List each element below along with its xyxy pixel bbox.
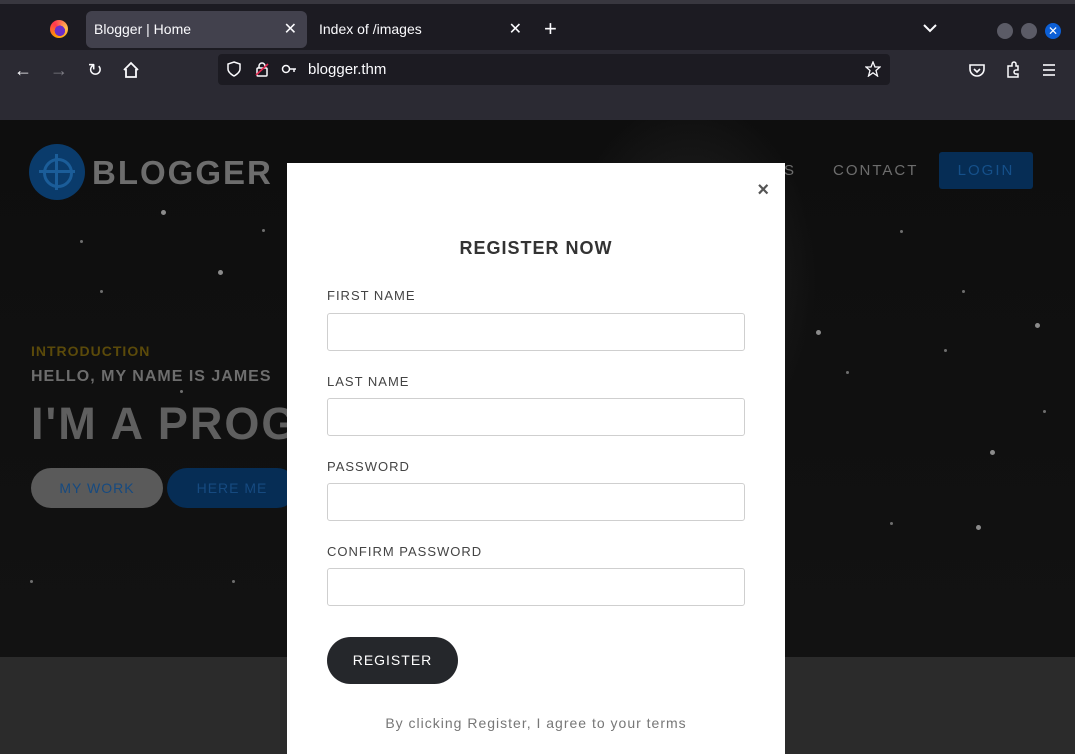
site-logo-icon[interactable] — [29, 144, 85, 200]
nav-link-contact[interactable]: CONTACT — [833, 162, 918, 179]
close-tab-icon[interactable]: ✕ — [284, 11, 297, 48]
site-name[interactable]: BLOGGER — [92, 154, 273, 192]
background-star — [218, 270, 223, 275]
background-star — [962, 290, 965, 293]
pocket-icon[interactable] — [967, 60, 987, 80]
background-star — [262, 229, 265, 232]
confirm-password-field[interactable] — [327, 568, 745, 606]
background-star — [944, 349, 947, 352]
url-text[interactable]: blogger.thm — [308, 54, 386, 85]
background-star — [976, 525, 981, 530]
home-icon[interactable] — [121, 60, 141, 80]
tab-index-images[interactable]: Index of /images ✕ — [311, 11, 532, 48]
close-window-button[interactable]: ✕ — [1045, 23, 1061, 39]
password-label: PASSWORD — [327, 459, 410, 474]
background-star — [990, 450, 995, 455]
tab-title: Index of /images — [319, 21, 422, 37]
bookmark-star-icon[interactable] — [865, 61, 881, 77]
background-star — [30, 580, 33, 583]
back-button[interactable]: ← — [13, 60, 33, 80]
register-modal: × REGISTER NOW FIRST NAME LAST NAME PASS… — [287, 163, 785, 754]
last-name-field[interactable] — [327, 398, 745, 436]
background-star — [80, 240, 83, 243]
insecure-lock-icon[interactable] — [254, 61, 270, 77]
key-icon[interactable] — [281, 61, 297, 77]
close-icon[interactable]: × — [757, 180, 769, 200]
hero-headline: I'M A PROG — [31, 398, 299, 449]
menu-icon[interactable] — [1039, 60, 1059, 80]
intro-label: INTRODUCTION — [31, 343, 151, 359]
modal-title: REGISTER NOW — [459, 238, 613, 258]
first-name-label: FIRST NAME — [327, 288, 416, 303]
minimize-button[interactable] — [997, 23, 1013, 39]
tab-title: Blogger | Home — [94, 21, 192, 37]
background-star — [1035, 323, 1040, 328]
background-star — [100, 290, 103, 293]
background-star — [846, 371, 849, 374]
new-tab-button[interactable]: + — [544, 18, 557, 40]
reload-button[interactable]: ↻ — [85, 60, 105, 80]
tab-bar: Blogger | Home ✕ Index of /images ✕ + ✕ — [0, 0, 1075, 50]
maximize-button[interactable] — [1021, 23, 1037, 39]
nav-link-partial[interactable]: S — [784, 162, 796, 179]
background-star — [816, 330, 821, 335]
background-star — [180, 390, 183, 393]
toolbar-spacer — [0, 90, 1075, 120]
firefox-icon — [50, 20, 68, 38]
confirm-password-label: CONFIRM PASSWORD — [327, 544, 483, 559]
browser-window: Blogger | Home ✕ Index of /images ✕ + ✕ … — [0, 0, 1075, 754]
extensions-icon[interactable] — [1003, 60, 1023, 80]
my-work-button[interactable]: MY WORK — [31, 468, 163, 508]
close-tab-icon[interactable]: ✕ — [509, 11, 522, 48]
background-star — [161, 210, 166, 215]
tab-blogger-home[interactable]: Blogger | Home ✕ — [86, 11, 307, 48]
last-name-label: LAST NAME — [327, 374, 410, 389]
shield-icon[interactable] — [226, 61, 242, 77]
background-star — [1043, 410, 1046, 413]
forward-button[interactable]: → — [49, 60, 69, 80]
password-field[interactable] — [327, 483, 745, 521]
web-page: BLOGGER S CONTACT LOGIN INTRODUCTION HEL… — [0, 120, 1075, 754]
login-button[interactable]: LOGIN — [939, 152, 1033, 189]
list-all-tabs-icon[interactable] — [922, 22, 938, 34]
url-bar[interactable]: blogger.thm — [218, 54, 890, 85]
terms-text: By clicking Register, I agree to your te… — [385, 715, 687, 731]
logo-crosshair — [39, 170, 75, 173]
background-star — [232, 580, 235, 583]
register-button[interactable]: REGISTER — [327, 637, 458, 684]
hero-greeting: HELLO, MY NAME IS JAMES — [31, 368, 272, 385]
background-star — [890, 522, 893, 525]
background-star — [900, 230, 903, 233]
navigation-toolbar: ← → ↻ blogger.thm — [0, 50, 1075, 90]
hire-me-button[interactable]: HERE ME — [167, 468, 297, 508]
first-name-field[interactable] — [327, 313, 745, 351]
